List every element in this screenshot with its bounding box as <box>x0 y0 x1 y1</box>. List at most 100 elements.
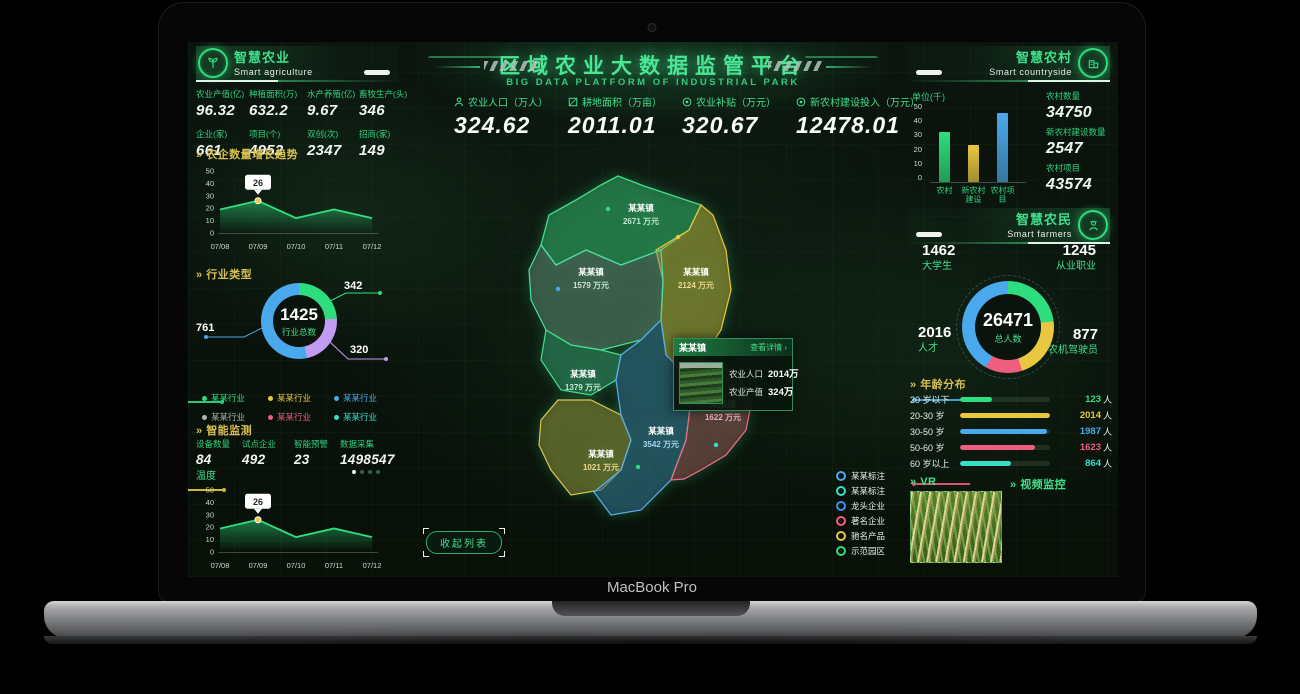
age-row: 30-50 岁1987人 <box>910 423 1112 439</box>
bar-chart-y-axis: 50403020100 <box>906 102 922 182</box>
svg-text:1622 万元: 1622 万元 <box>705 413 741 422</box>
age-distribution-chart: 20 岁以下123人20-30 岁2014人30-50 岁1987人50-60 … <box>910 391 1112 471</box>
collapse-list-button[interactable]: 收起列表 <box>426 531 502 554</box>
hazard-stripes-right <box>768 61 822 71</box>
bar-label: 农村项目 <box>988 186 1017 204</box>
section-title-age: 年龄分布 <box>910 376 966 392</box>
farmers-stat-students: 1462大学生 <box>922 242 955 273</box>
region-label: 某某镇 <box>628 203 654 213</box>
svg-text:30: 30 <box>206 191 214 200</box>
map-marker-icon[interactable] <box>606 207 610 211</box>
temperature-line-chart: 0102030405007/0807/0907/1007/1107/1226 <box>192 478 396 576</box>
svg-text:07/11: 07/11 <box>325 561 343 570</box>
laptop-brand-label: MacBook Pro <box>159 579 1145 596</box>
panel-title: 智慧农业 <box>234 47 313 66</box>
vr-image[interactable] <box>910 491 1002 563</box>
farmer-icon <box>1078 210 1108 240</box>
svg-text:40: 40 <box>206 498 214 507</box>
farmers-stat-drivers: 877农机驾驶员 <box>1048 326 1098 357</box>
corner-tick-icon <box>499 528 505 534</box>
page-dot[interactable] <box>368 470 372 474</box>
svg-text:07/09: 07/09 <box>249 561 268 570</box>
legend-dot-icon <box>268 396 273 401</box>
person-icon <box>454 97 464 107</box>
age-row: 20 岁以下123人 <box>910 391 1112 407</box>
stat-line <box>188 489 224 491</box>
page-dot[interactable] <box>376 470 380 474</box>
monitor-stats: 设备数量84 试点企业492 智能预警23 数据采集1498547 <box>196 438 398 467</box>
map-marker-icon[interactable] <box>714 443 718 447</box>
map-legend-item[interactable]: 某某标注 <box>836 468 885 483</box>
stat: 双创(次)2347 <box>307 128 359 159</box>
map-marker-icon[interactable] <box>636 465 640 469</box>
legend-item: 某某行业 <box>334 392 400 404</box>
page-dot[interactable] <box>360 470 364 474</box>
svg-text:07/12: 07/12 <box>363 561 382 570</box>
bar <box>968 145 979 182</box>
kpi-farmland: 耕地面积（万亩） 2011.01 <box>568 94 662 139</box>
bar-label: 新农村建设 <box>959 186 988 204</box>
region-label: 某某镇 <box>588 449 614 459</box>
svg-text:1579 万元: 1579 万元 <box>573 281 609 290</box>
farmers-stat-talents: 2016人才 <box>918 324 951 355</box>
map-legend-item[interactable]: 示范园区 <box>836 543 885 558</box>
svg-text:20: 20 <box>206 204 214 213</box>
svg-text:07/08: 07/08 <box>211 242 230 251</box>
svg-text:26: 26 <box>253 178 263 188</box>
region-label: 某某镇 <box>570 369 596 379</box>
panel-subtitle: Smart countryside <box>989 67 1072 77</box>
panel-title: 智慧农村 <box>989 47 1072 66</box>
tooltip-photo <box>679 362 723 404</box>
stat-line <box>188 401 222 403</box>
agriculture-icon <box>198 48 228 78</box>
map-legend-item[interactable]: 著名企业 <box>836 513 885 528</box>
view-details-link[interactable]: 查看详情 <box>750 342 787 353</box>
callout-320: 320 <box>350 344 368 356</box>
svg-text:10: 10 <box>206 216 214 225</box>
svg-text:2124 万元: 2124 万元 <box>678 281 714 290</box>
bar <box>997 113 1008 182</box>
svg-text:1021 万元: 1021 万元 <box>583 463 619 472</box>
bar-chart-x-labels: 农村新农村建设农村项目 <box>930 186 1026 204</box>
bar <box>939 132 950 182</box>
industry-donut-chart: 1425 行业总数 <box>261 283 337 359</box>
svg-text:20: 20 <box>206 523 214 532</box>
page-dot[interactable] <box>352 470 356 474</box>
region-label: 某某镇 <box>648 426 674 436</box>
panel-header-farmers: 智慧农民 Smart farmers <box>908 208 1110 244</box>
section-title-video: 视频监控 <box>1010 476 1066 492</box>
section-title-monitor: 智能监测 <box>196 422 252 438</box>
pagination-dots[interactable] <box>352 470 380 474</box>
map-marker-icon[interactable] <box>556 287 560 291</box>
page: 智慧农业 Smart agriculture 农业产值(亿)96.32 种植面积… <box>0 0 1300 694</box>
map-legend-item[interactable]: 驰名产品 <box>836 528 885 543</box>
hazard-stripes-left <box>484 61 538 71</box>
svg-text:07/10: 07/10 <box>287 561 306 570</box>
header-divider <box>196 80 398 82</box>
page-subtitle: BIG DATA PLATFORM OF INDUSTRIAL PARK <box>421 77 885 88</box>
legend-ring-icon <box>836 546 846 556</box>
legend-ring-icon <box>836 516 846 526</box>
map-legend-item[interactable]: 龙头企业 <box>836 498 885 513</box>
map-tooltip[interactable]: 某某镇 查看详情 农业人口2014万 农业产值324万 <box>673 338 793 411</box>
countryside-stat: 农村数量34750 <box>1046 90 1092 122</box>
panel-subtitle: Smart agriculture <box>234 67 313 77</box>
map-marker-icon[interactable] <box>676 235 680 239</box>
svg-text:50: 50 <box>206 167 214 176</box>
stat: 种植面积(万)632.2 <box>249 88 307 119</box>
svg-text:0: 0 <box>210 548 214 557</box>
kpi-investment: 新农村建设投入（万元） 12478.01 <box>796 94 920 139</box>
header-dash <box>916 70 942 75</box>
farmers-total: 26471 <box>983 310 1033 331</box>
dashboard: 智慧农业 Smart agriculture 农业产值(亿)96.32 种植面积… <box>188 42 1118 577</box>
stat: 智能预警23 <box>294 438 340 467</box>
map-legend-item[interactable]: 某某标注 <box>836 483 885 498</box>
legend-item: 某某行业 <box>268 392 334 404</box>
svg-text:07/08: 07/08 <box>211 561 230 570</box>
kpi-population: 农业人口（万人） 324.62 <box>454 94 548 139</box>
countryside-bar-chart <box>930 104 1026 183</box>
svg-text:2671 万元: 2671 万元 <box>623 217 659 226</box>
countryside-stat: 农村项目43574 <box>1046 162 1092 194</box>
legend-item: 某某行业 <box>334 411 400 423</box>
header-divider <box>908 80 1110 82</box>
